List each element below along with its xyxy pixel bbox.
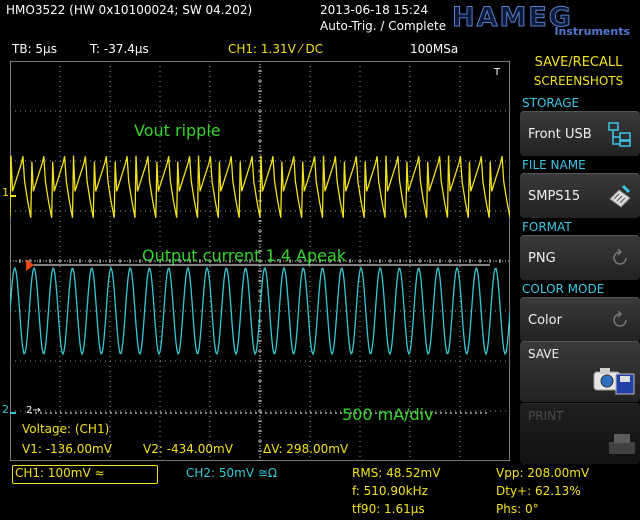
title-bar: HMO3522 (HW 0x10100024; SW 04.202) 2013-… (0, 0, 640, 40)
edit-keyboard-icon (609, 184, 631, 208)
label-vout-ripple: Vout ripple (134, 121, 221, 140)
device-info: HMO3522 (HW 0x10100024; SW 04.202) (6, 3, 253, 17)
measure-duty: Dty+: 62.13% (496, 484, 581, 498)
label-current-scale: 500 mA/div (342, 405, 434, 424)
measure-rms: RMS: 48.52mV (352, 466, 441, 480)
filename-value: SMPS15 (528, 189, 581, 204)
ch1-marker: 1 (2, 186, 9, 199)
filename-button[interactable]: SMPS15 (520, 173, 640, 218)
ref-marker-2: 2→ (26, 405, 41, 416)
datetime: 2013-06-18 15:24 (320, 3, 429, 17)
rotate-icon (613, 248, 627, 265)
trigger-position-marker: T (494, 67, 501, 78)
format-value: PNG (528, 251, 556, 266)
status-bar: CH1: 100mV ≈ CH2: 50mV ≅Ω RMS: 48.52mV f… (0, 462, 640, 520)
save-button[interactable]: SAVE (520, 341, 640, 402)
colormode-button[interactable]: Color (520, 297, 640, 342)
timebase: TB: 5µs (12, 42, 57, 56)
cursor-title: Voltage: (CH1) (22, 422, 110, 436)
ch1-waveform (10, 155, 510, 218)
storage-value: Front USB (528, 127, 592, 142)
camera-save-icon (593, 368, 635, 395)
trigger-status: Auto-Trig. / Complete (320, 19, 447, 33)
storage-button[interactable]: Front USB (520, 111, 640, 156)
print-button[interactable]: PRINT (520, 403, 640, 464)
cursor-v1: V1: -136.00mV (22, 442, 112, 456)
ch2-marker: 2 (2, 403, 9, 416)
softkey-menu: SAVE/RECALL SCREENSHOTS STORAGE Front US… (517, 55, 640, 465)
label-output-current: Output current 1.4 Apeak (142, 246, 347, 265)
measure-frequency: f: 510.90kHz (352, 484, 428, 498)
logo-sub: Instruments (554, 25, 630, 38)
format-heading: FORMAT (522, 220, 572, 234)
colormode-value: Color (528, 313, 562, 328)
save-label: SAVE (528, 347, 560, 361)
print-label: PRINT (528, 409, 564, 423)
measure-vpp: Vpp: 208.00mV (496, 466, 590, 480)
cursor-v2: V2: -434.00mV (143, 442, 233, 456)
ch1-scale: CH1: 100mV ≈ (15, 466, 105, 480)
menu-title-line1: SAVE/RECALL (534, 55, 623, 70)
colormode-heading: COLOR MODE (522, 282, 605, 296)
hameg-logo: HAMEG Instruments (452, 2, 630, 39)
acquisition-info-bar: TB: 5µs T: -37.4µs CH1: 1.31V ⁄ DC 100MS… (0, 40, 510, 60)
ch2-scale[interactable]: CH2: 50mV ≅Ω (186, 466, 277, 480)
format-button[interactable]: PNG (520, 235, 640, 280)
printer-icon (609, 434, 635, 454)
menu-title-line2: SCREENSHOTS (533, 74, 624, 88)
sample-rate: 100MSa (410, 42, 459, 56)
ch1-trigger-setting: CH1: 1.31V ⁄ DC (228, 42, 324, 56)
measure-fall-time: tf90: 1.61µs (352, 502, 425, 516)
measure-phase: Phs: 0° (496, 502, 539, 516)
cursor-delta-v: ΔV: 298.00mV (263, 442, 349, 456)
usb-folder-icon (608, 122, 631, 147)
filename-heading: FILE NAME (522, 158, 586, 172)
storage-heading: STORAGE (522, 96, 580, 110)
rotate-icon (613, 310, 627, 327)
trigger-time: T: -37.4µs (90, 42, 149, 56)
